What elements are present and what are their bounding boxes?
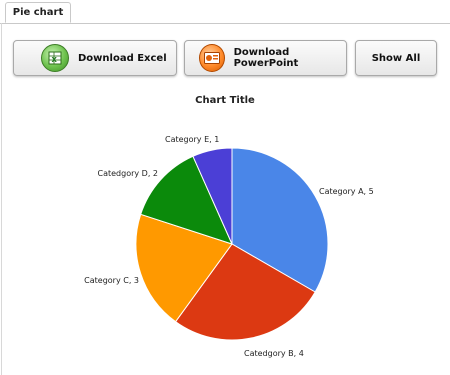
slice-label: Category C, 3 — [84, 276, 139, 285]
slice-label: Catedgory D, 2 — [98, 169, 159, 178]
slice-label: Category A, 5 — [319, 187, 374, 196]
slice-label: Catedgory B, 4 — [244, 349, 304, 358]
pie-chart: Category A, 5 Catedgory B, 4 Category C, 3… — [84, 135, 374, 358]
slice-label: Category E, 1 — [165, 135, 219, 144]
